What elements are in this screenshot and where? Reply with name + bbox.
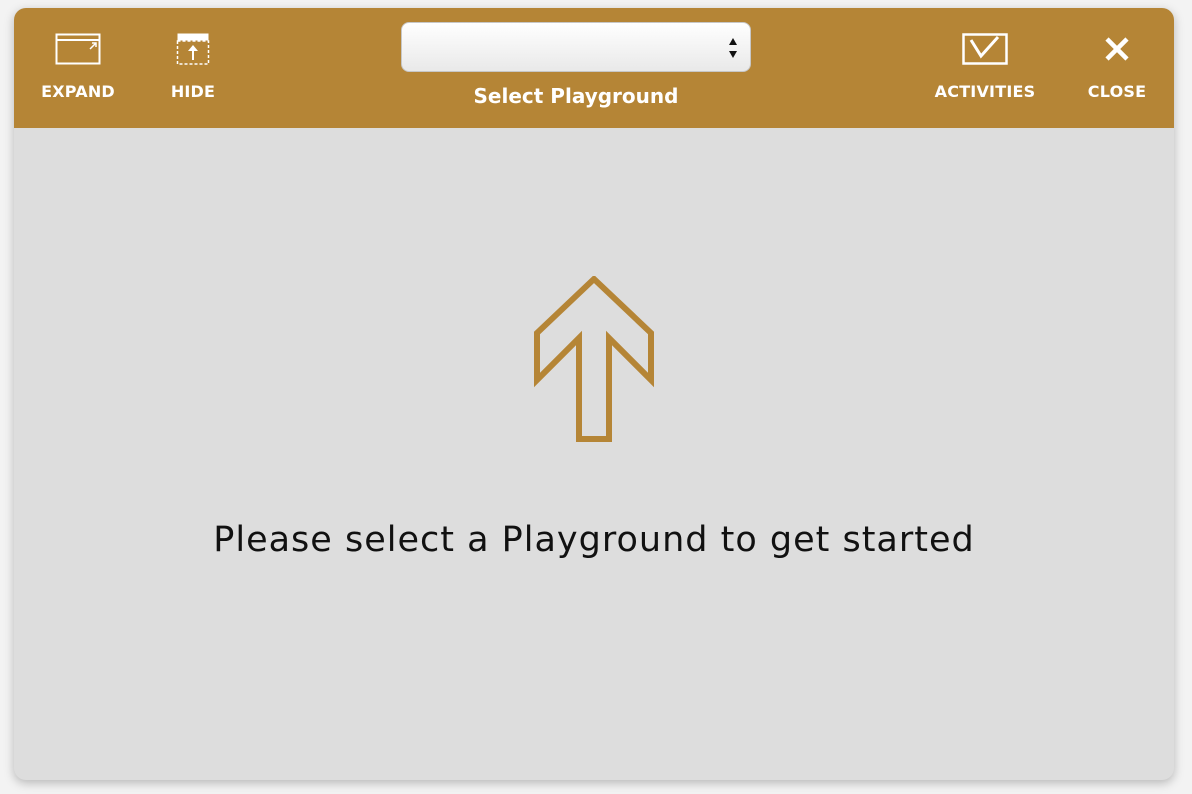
playground-window: EXPAND HIDE Select Playground ACTIVITIES… [14, 8, 1174, 780]
playground-select[interactable] [401, 22, 751, 72]
hide-button[interactable]: HIDE [164, 30, 222, 101]
activities-button[interactable]: ACTIVITIES [934, 30, 1036, 101]
close-button[interactable]: CLOSE [1088, 30, 1146, 101]
up-arrow-outline-icon [534, 276, 654, 442]
close-icon [1104, 30, 1130, 68]
activities-label: ACTIVITIES [934, 82, 1036, 101]
main-content: Please select a Playground to get starte… [14, 128, 1174, 780]
hide-icon [176, 30, 210, 68]
playground-select-box[interactable] [401, 22, 751, 72]
select-playground-prompt: Please select a Playground to get starte… [213, 520, 975, 560]
playground-select-caption: Select Playground [473, 84, 679, 108]
expand-icon [55, 30, 101, 68]
toolbar: EXPAND HIDE Select Playground ACTIVITIES… [14, 8, 1174, 128]
close-label: CLOSE [1087, 82, 1147, 101]
expand-button[interactable]: EXPAND [41, 30, 115, 101]
select-arrows-icon [729, 38, 737, 58]
activities-icon [962, 30, 1008, 68]
expand-label: EXPAND [41, 82, 115, 101]
hide-label: HIDE [170, 82, 216, 101]
